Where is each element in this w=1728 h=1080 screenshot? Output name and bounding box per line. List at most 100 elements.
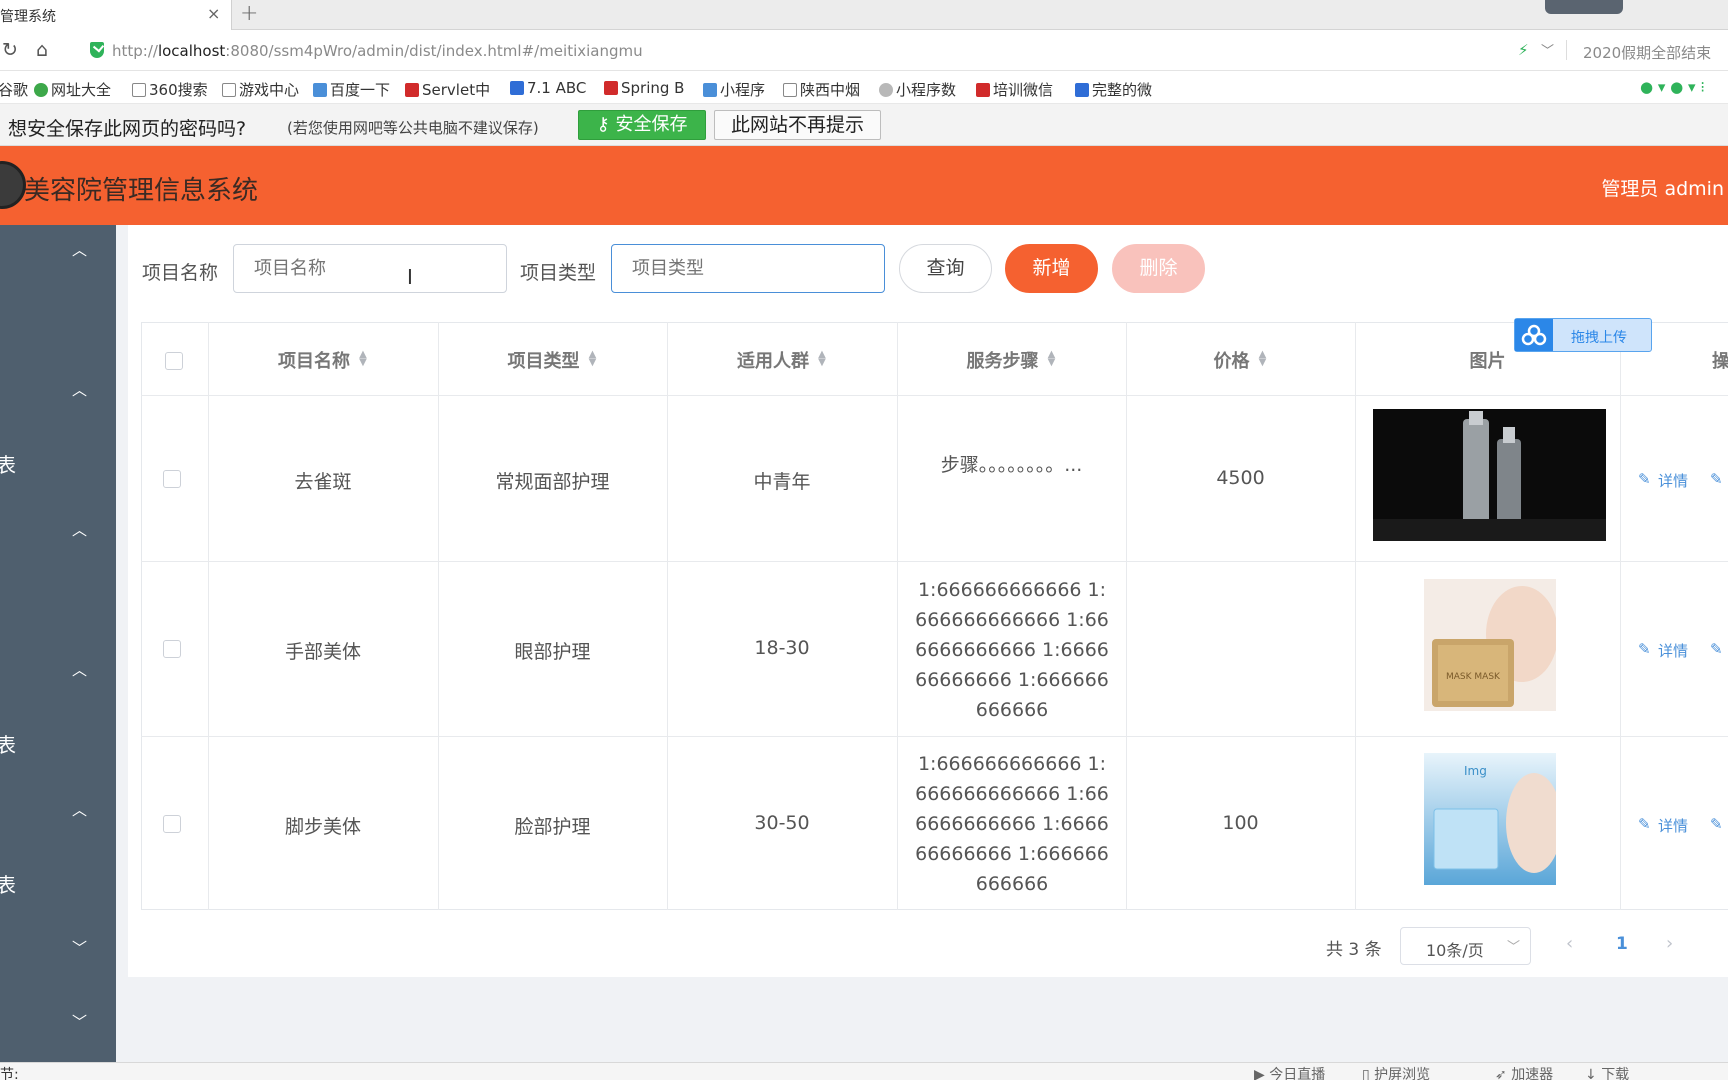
edit-icon[interactable]: ✎ — [1638, 470, 1651, 488]
edit-icon[interactable]: ✎ — [1638, 815, 1651, 833]
query-button[interactable]: 查询 — [899, 244, 992, 293]
detail-link[interactable]: 详情 — [1658, 470, 1688, 491]
extension-icons[interactable]: ● ▾ ● ▾ ⁝ — [1640, 78, 1705, 96]
project-name-input[interactable] — [233, 244, 507, 293]
chevron-up-icon[interactable]: ︿ — [72, 799, 87, 820]
table-divider — [141, 736, 1728, 737]
edit-icon[interactable]: ✎ — [1710, 470, 1723, 488]
url-path: :8080/ssm4pWro/admin/dist/index.html#/me… — [225, 42, 643, 60]
page-size-select[interactable]: 10条/页 ﹀ — [1400, 927, 1531, 965]
next-page-icon[interactable]: › — [1666, 933, 1673, 954]
sidebar-item-label[interactable]: 表 — [0, 449, 16, 478]
product-image — [1373, 409, 1606, 541]
project-type-input[interactable] — [611, 244, 885, 293]
lightning-icon[interactable]: ⚡ — [1518, 41, 1529, 59]
upload-icon — [1515, 319, 1553, 351]
bookmark-item[interactable]: 360搜索 — [132, 79, 208, 100]
tab-title: 管理系统 — [0, 9, 56, 25]
bookmark-item[interactable]: Spring B — [604, 79, 684, 97]
edit-icon[interactable]: ✎ — [1710, 815, 1723, 833]
bookmark-item[interactable]: 小程序 — [703, 79, 765, 100]
select-all-checkbox[interactable] — [165, 352, 183, 370]
column-header-name[interactable]: 项目名称 ▲ ▼ — [208, 347, 438, 373]
chevron-up-icon[interactable]: ︿ — [72, 659, 87, 680]
pagination-total: 共 3 条 — [1326, 940, 1382, 960]
sidebar-item-label[interactable]: 表 — [0, 869, 16, 898]
row-checkbox[interactable] — [163, 815, 181, 833]
sidebar-item-label[interactable]: 表 — [0, 729, 16, 758]
table-divider — [1355, 322, 1356, 910]
close-icon[interactable]: × — [207, 4, 220, 23]
svg-text:MASK MASK: MASK MASK — [1446, 672, 1501, 682]
bookmark-item[interactable]: Servlet中 — [405, 79, 490, 100]
cell-type: 常规面部护理 — [495, 471, 610, 493]
row-checkbox[interactable] — [163, 640, 181, 658]
site-icon — [34, 83, 48, 97]
delete-button[interactable]: 删除 — [1112, 244, 1205, 293]
table-divider — [141, 395, 1728, 396]
app-title: 美容院管理信息系统 — [24, 176, 259, 206]
row-checkbox[interactable] — [163, 470, 181, 488]
site-icon — [879, 83, 893, 97]
browser-status-bar: 节: ▶ 今日直播 ▯ 护屏浏览 ➶ 加速器 ↓ 下载 — [0, 1062, 1728, 1080]
chevron-down-icon[interactable]: ﹀ — [72, 1011, 87, 1032]
chevron-up-icon[interactable]: ︿ — [72, 519, 87, 540]
cell-steps: 1:666666666666 1:666666666666 1:66666666… — [915, 579, 1109, 721]
url-field[interactable]: http://localhost:8080/ssm4pWro/admin/dis… — [112, 42, 643, 60]
table-divider — [141, 561, 1728, 562]
safe-save-button[interactable]: ⚷ 安全保存 — [578, 110, 706, 140]
status-item[interactable]: ➶ 加速器 — [1495, 1064, 1553, 1080]
status-text: 节: — [0, 1067, 19, 1080]
cell-steps: 1:666666666666 1:666666666666 1:66666666… — [915, 753, 1109, 895]
sort-icon[interactable]: ▲ ▼ — [817, 350, 827, 368]
home-icon[interactable]: ⌂ — [36, 39, 48, 61]
refresh-icon[interactable]: ↻ — [2, 39, 18, 61]
bookmark-item[interactable]: 7.1 ABC — [510, 79, 586, 97]
bookmark-item[interactable]: 网址大全 — [34, 79, 111, 100]
chevron-up-icon[interactable]: ︿ — [72, 239, 87, 260]
column-header-audience[interactable]: 适用人群 ▲ ▼ — [667, 347, 897, 373]
cell-price: 100 — [1222, 812, 1259, 834]
bookmark-item[interactable]: 完整的微 — [1075, 79, 1152, 100]
sort-icon[interactable]: ▲ ▼ — [358, 350, 368, 368]
chevron-down-icon[interactable]: ﹀ — [1541, 40, 1554, 59]
address-bar: ↻ ⌂ http://localhost:8080/ssm4pWro/admin… — [0, 30, 1728, 71]
status-item[interactable]: ↓ 下载 — [1585, 1064, 1629, 1080]
edit-icon[interactable]: ✎ — [1638, 640, 1651, 658]
page-icon — [222, 83, 236, 97]
detail-link[interactable]: 详情 — [1658, 815, 1688, 836]
detail-link[interactable]: 详情 — [1658, 640, 1688, 661]
column-header-steps[interactable]: 服务步骤 ▲ ▼ — [897, 347, 1126, 373]
column-header-type[interactable]: 项目类型 ▲ ▼ — [438, 347, 667, 373]
bookmark-item[interactable]: 小程序数 — [879, 79, 956, 100]
new-tab-icon[interactable]: + — [240, 1, 258, 26]
bookmark-item[interactable]: 陕西中烟 — [783, 79, 860, 100]
chevron-up-icon[interactable]: ︿ — [72, 379, 87, 400]
sort-icon[interactable]: ▲ ▼ — [1047, 350, 1057, 368]
bookmark-item[interactable]: 游戏中心 — [222, 79, 299, 100]
bookmark-item[interactable]: 培训微信 — [976, 79, 1053, 100]
bookmark-item[interactable]: 百度一下 — [313, 79, 390, 100]
project-type-label: 项目类型 — [520, 262, 597, 284]
chevron-down-icon[interactable]: ﹀ — [72, 937, 87, 958]
user-menu[interactable]: 管理员 admin — [1601, 174, 1724, 201]
sort-icon[interactable]: ▲ ▼ — [588, 350, 598, 368]
sort-icon[interactable]: ▲ ▼ — [1258, 350, 1268, 368]
status-item[interactable]: ▶ 今日直播 — [1254, 1064, 1325, 1080]
edit-icon[interactable]: ✎ — [1710, 640, 1723, 658]
address-news-text[interactable]: 2020假期全部结束 — [1583, 42, 1711, 63]
cell-name: 手部美体 — [284, 641, 361, 663]
drag-upload-badge[interactable]: 拖拽上传 — [1514, 318, 1652, 352]
status-item[interactable]: ▯ 护屏浏览 — [1362, 1064, 1430, 1080]
cell-audience: 中青年 — [753, 471, 811, 493]
add-button[interactable]: 新增 — [1005, 244, 1098, 293]
browser-tab[interactable]: 管理系统 × — [0, 0, 232, 30]
never-prompt-button[interactable]: 此网站不再提示 — [714, 110, 881, 140]
cell-steps: 步骤。。。。。。。。... — [940, 454, 1083, 476]
project-name-label: 项目名称 — [142, 262, 219, 284]
current-page[interactable]: 1 — [1616, 934, 1628, 954]
prev-page-icon[interactable]: ‹ — [1566, 933, 1573, 954]
column-header-price[interactable]: 价格 ▲ ▼ — [1126, 347, 1355, 373]
bookmark-item[interactable]: 谷歌 — [0, 79, 28, 100]
cell-name: 脚步美体 — [284, 816, 361, 838]
